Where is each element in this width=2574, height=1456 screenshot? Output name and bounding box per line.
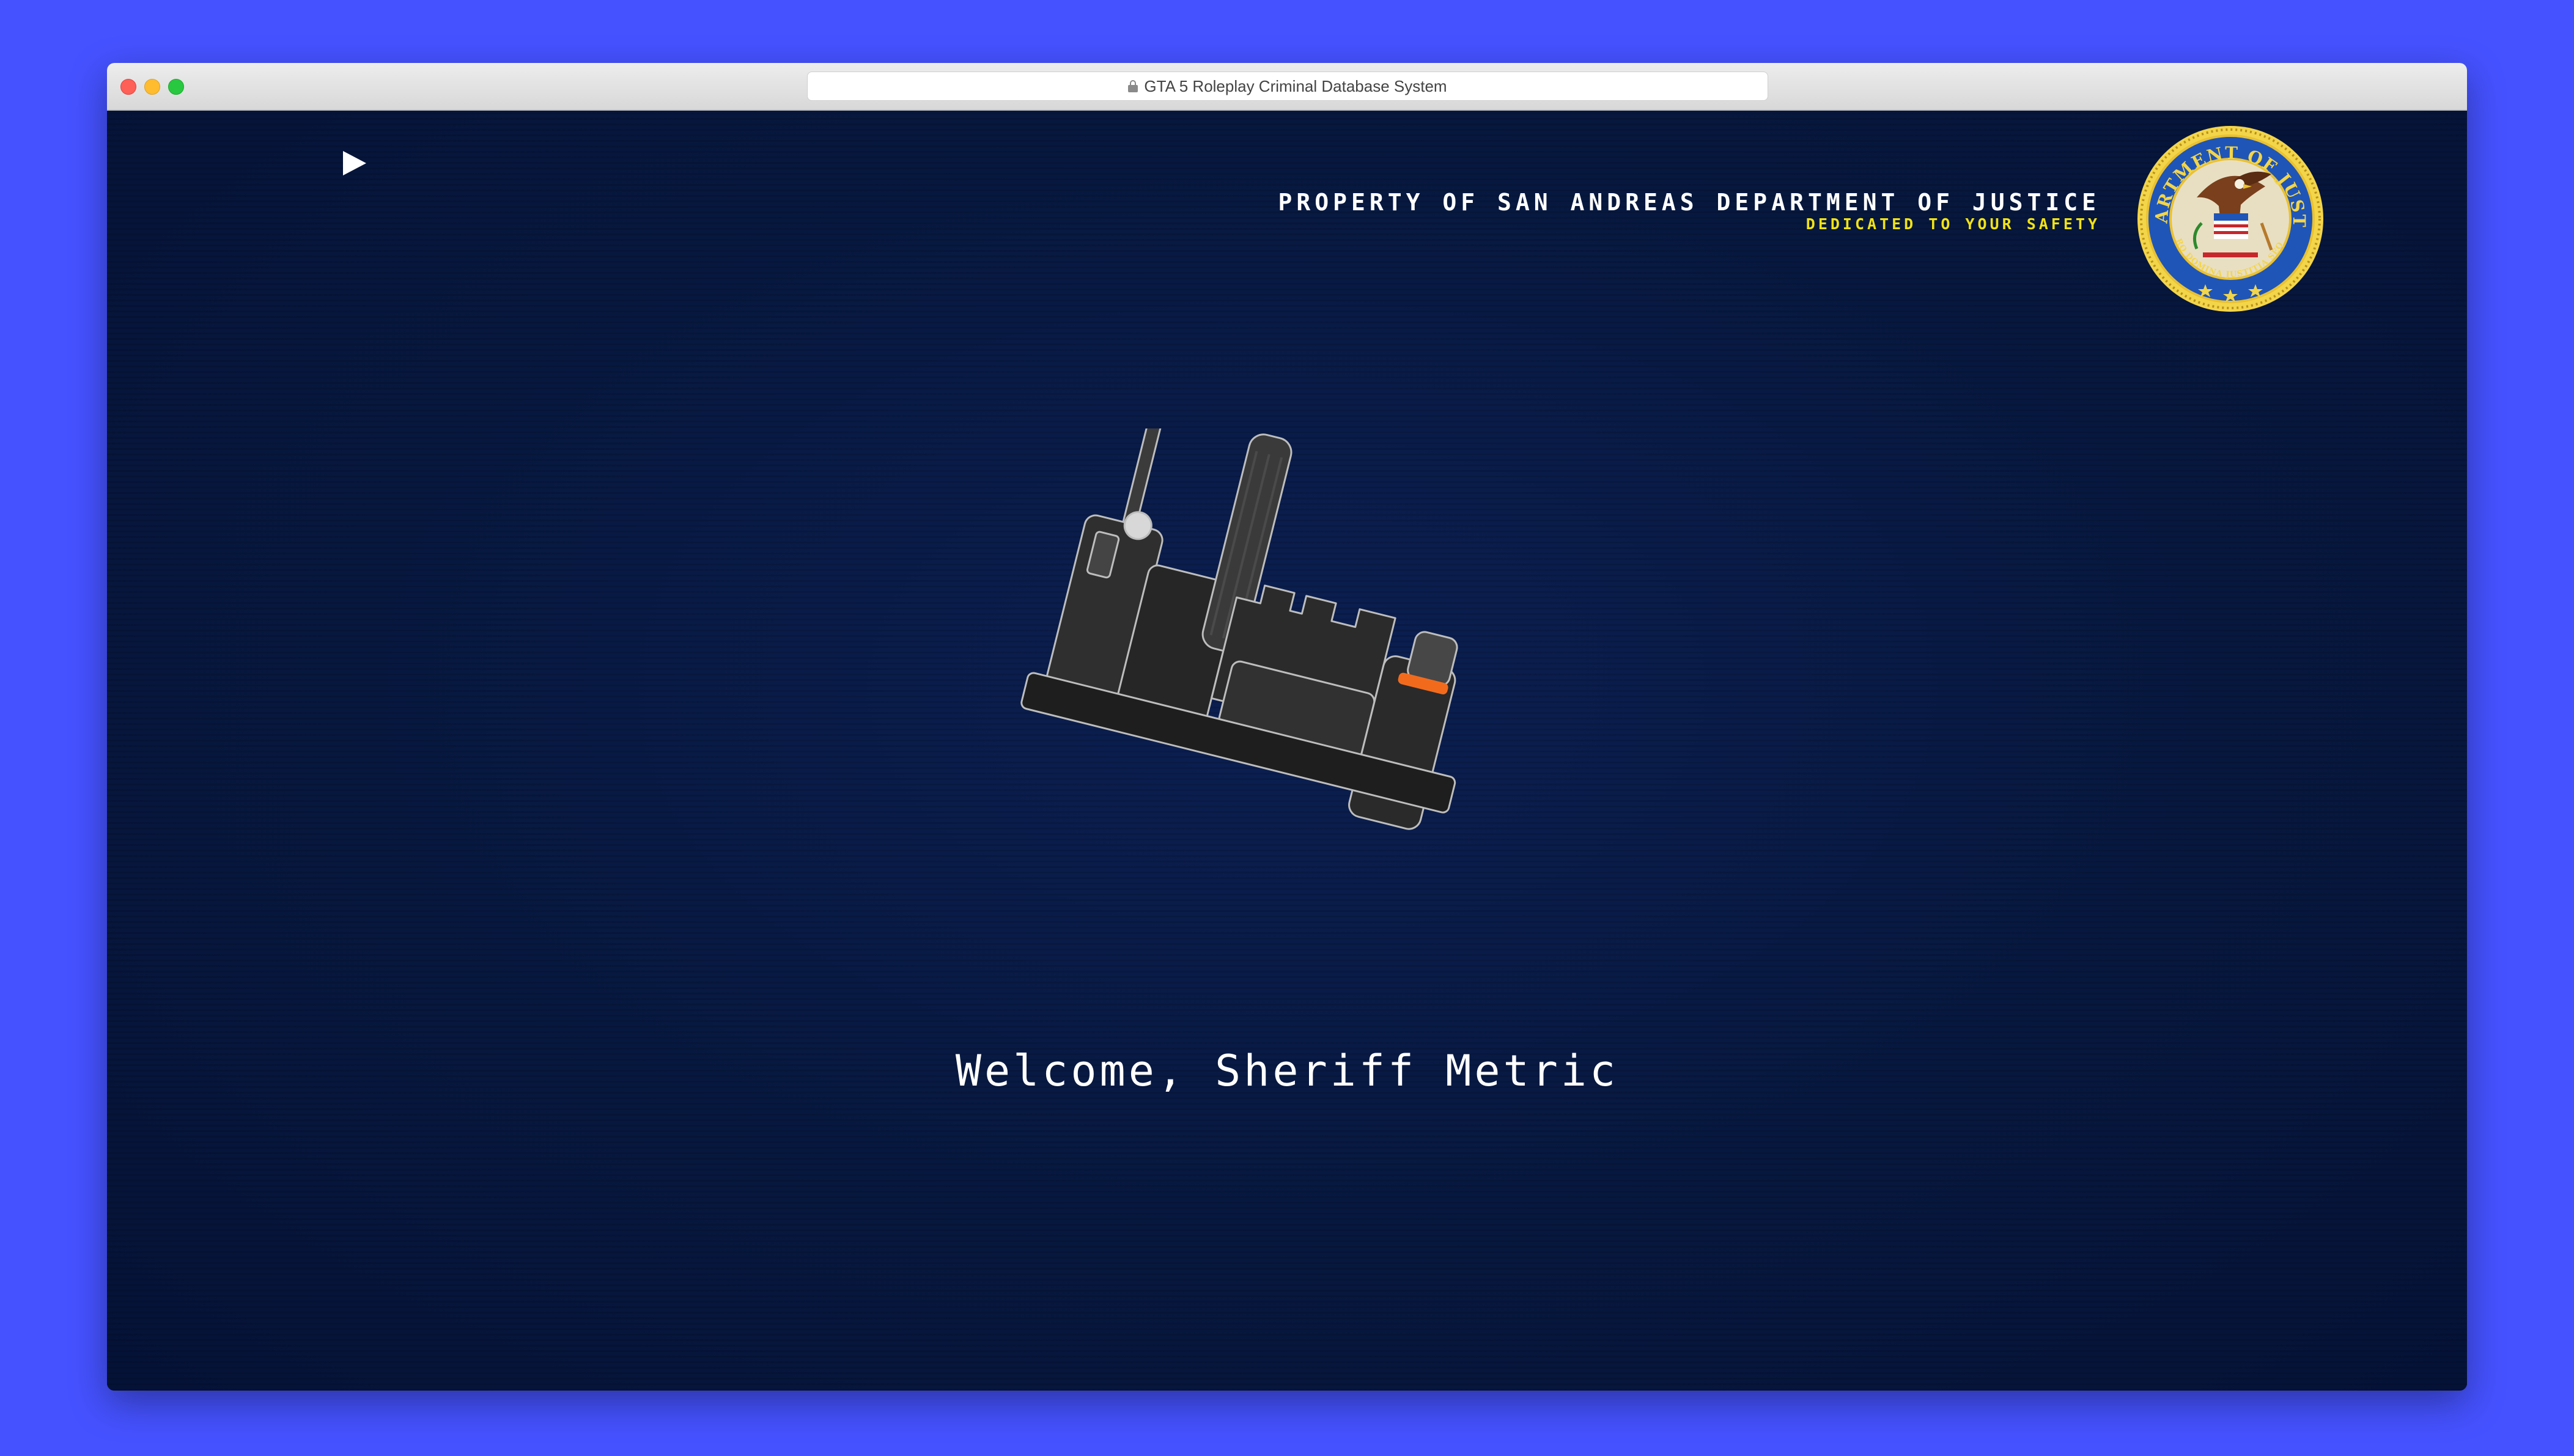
police-duty-belt-icon — [1020, 428, 1458, 830]
doj-seal-icon: DEPARTMENT OF JUSTICE QUI PRO DOMINA JUS… — [2136, 124, 2323, 312]
header-block: PROPERTY OF SAN ANDREAS DEPARTMENT OF JU… — [1278, 189, 2100, 233]
header-title: PROPERTY OF SAN ANDREAS DEPARTMENT OF JU… — [1278, 189, 2100, 216]
header-subtitle: DEDICATED TO YOUR SAFETY — [1805, 215, 2100, 233]
lock-icon — [1128, 80, 1138, 92]
close-window-button[interactable] — [120, 79, 136, 95]
browser-titlebar: GTA 5 Roleplay Criminal Database System — [107, 63, 2467, 111]
address-bar-text: GTA 5 Roleplay Criminal Database System — [1144, 76, 1447, 95]
welcome-message: Welcome, Sheriff Metric — [955, 1046, 1619, 1096]
address-bar[interactable]: GTA 5 Roleplay Criminal Database System — [807, 72, 1768, 101]
play-icon[interactable] — [339, 149, 369, 178]
page-content: PROPERTY OF SAN ANDREAS DEPARTMENT OF JU… — [107, 111, 2467, 1391]
maximize-window-button[interactable] — [168, 79, 184, 95]
browser-window: GTA 5 Roleplay Criminal Database System … — [107, 63, 2467, 1391]
minimize-window-button[interactable] — [144, 79, 160, 95]
